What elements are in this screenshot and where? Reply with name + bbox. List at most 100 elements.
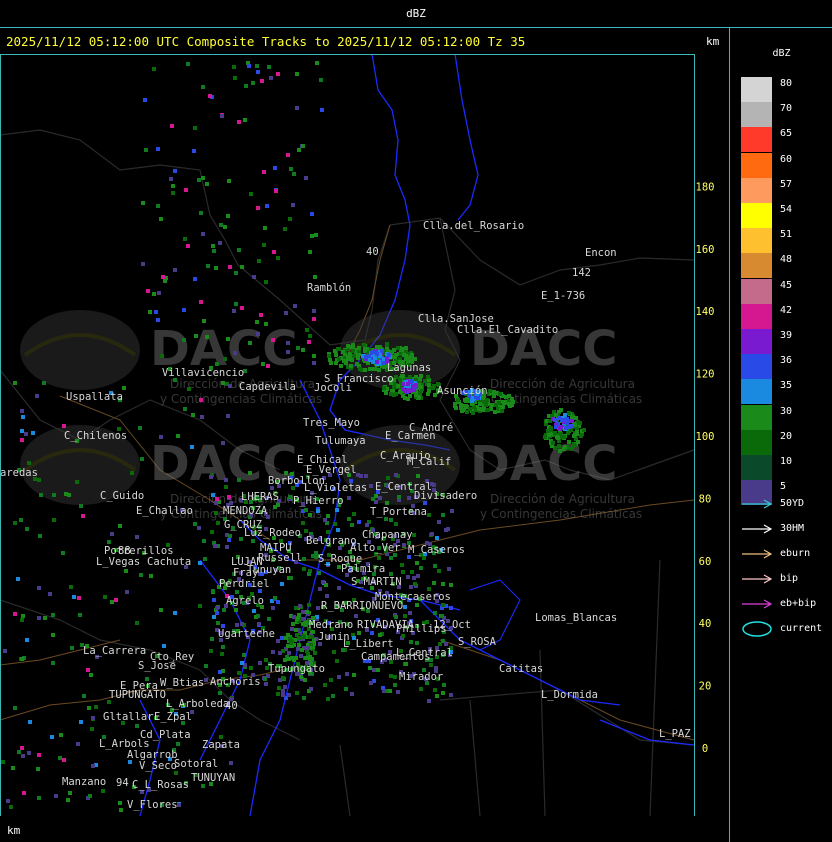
place-label: aredas [0,467,38,479]
track-label: 50YD [780,498,805,509]
place-label: L_Dormida [541,689,598,701]
place-label: Sotoral [174,758,218,770]
watermark-subtitle: y Contingencias Climáticas [480,507,642,521]
legend-swatch-label: 45 [780,279,793,291]
km-unit-bottom: km [7,824,21,837]
legend-swatch-label: 48 [780,254,793,266]
legend-swatch [741,278,772,304]
place-label: Clla.El_Cavadito [457,324,558,336]
title-bar: dBZ [0,0,832,28]
km-unit-top: km [706,35,720,48]
legend-swatch [741,102,772,128]
track-arrow-icon [742,574,773,584]
current-ellipse-icon [742,621,772,637]
track-arrow-icon [742,599,773,609]
place-label: 94 [116,777,129,789]
y-tick-label: 20 [699,681,712,693]
legend-swatch [741,127,772,153]
legend-swatch-label: 30 [780,405,793,417]
place-label: Uspallata [66,391,123,403]
y-tick-label: 140 [696,306,715,318]
place-label: 40 [225,700,238,712]
place-label: Russell [258,552,302,564]
track-label: bip [780,573,799,584]
place-label: E_Challao [136,505,193,517]
place-label: P_Hierro [293,495,344,507]
place-label: M_Caseros [408,544,465,556]
place-label: Capdevila [239,381,296,393]
watermark-name: DACC [470,436,617,492]
place-label: L_Vegas [96,556,140,568]
place-label: Manzano [62,776,106,788]
place-label: C_L_Rosas [132,779,189,791]
place-label: Tulumaya [315,435,366,447]
place-label: Cachuta [147,556,191,568]
track-arrow-icon [742,524,773,534]
place-label: W_Btias [160,677,204,689]
legend-swatch [741,455,772,480]
y-tick-label: 160 [696,244,715,256]
legend-swatch-label: 51 [780,229,793,241]
place-label: Luz_Rodeo [244,527,301,539]
legend-swatch [741,152,772,178]
legend-swatch-label: 80 [780,78,793,89]
legend-swatch [741,404,772,430]
place-label: L_Libert [343,638,394,650]
place-label: Belgrano [306,535,357,547]
place-label: Ramblón [307,282,351,294]
legend-title: dBZ [772,48,791,59]
place-label: Lomas_Blancas [535,612,617,624]
place-label: Encon [585,247,617,259]
y-tick-label: 180 [696,181,715,193]
place-label: Villavicencio [162,367,244,379]
legend-swatch-label: 57 [780,178,793,190]
legend-panel: dBZ 80 70 65 60 57 54 51 48 45 42 39 36 35 30 20 10 5 50… [731,28,832,842]
place-label: Chapanay [362,529,413,541]
legend-swatch [741,329,772,354]
legend-swatch [741,354,772,380]
place-label: Tupungato [268,663,325,675]
place-label: 40 [366,246,379,258]
place-label: Catitas [499,663,543,675]
place-label: Divisadero [414,490,477,502]
place-label: Campamentos [361,651,431,663]
place-label: S_José [138,660,176,672]
legend-swatch-label: 10 [780,456,793,467]
place-label: Jocoli [314,382,352,394]
legend-swatch [741,429,772,455]
legend-swatch-label: 39 [780,330,793,341]
place-label: Lagunas [387,362,431,374]
legend-swatch-label: 54 [780,204,793,215]
place-label: E_1-736 [541,290,585,302]
place-label: C_Guido [100,490,144,502]
place-label: Perdriel [219,578,270,590]
place-label: Medrano [309,619,353,631]
y-tick-label: 60 [699,556,712,568]
legend-swatch-label: 42 [780,304,793,316]
y-tick-label: 0 [702,743,708,755]
legend-swatch [741,379,772,405]
place-label: Anchoris [210,676,261,688]
place-label: Mirador [399,671,443,683]
legend-swatch-label: 20 [780,430,793,442]
radar-map[interactable]: DACCDirección de Agriculturay Contingenc… [0,54,730,816]
legend-swatch [741,77,772,102]
legend-swatch-label: 70 [780,103,793,115]
track-arrow-icon [742,499,773,509]
legend-swatch-label: 60 [780,153,793,165]
place-label: Agrelo [226,595,264,607]
place-label: Clla.del_Rosario [423,220,524,232]
legend-swatch-label: 35 [780,380,793,392]
window-title: dBZ [406,7,426,20]
y-axis: 180 160 140 120 100 80 60 40 20 0 [696,181,715,755]
place-label: L_PAZ [659,728,691,740]
y-tick-label: 40 [699,618,712,630]
current-label: current [780,623,823,634]
header-timestamp: 2025/11/12 05:12:00 UTC Composite Tracks… [6,34,526,49]
legend-swatch [741,228,772,254]
place-label: LHERAS [241,491,279,503]
place-label: T_Portena [370,506,427,518]
legend-swatch [741,177,772,203]
place-label: S_ROSA [458,636,497,648]
legend-swatch-label: 36 [780,355,793,367]
